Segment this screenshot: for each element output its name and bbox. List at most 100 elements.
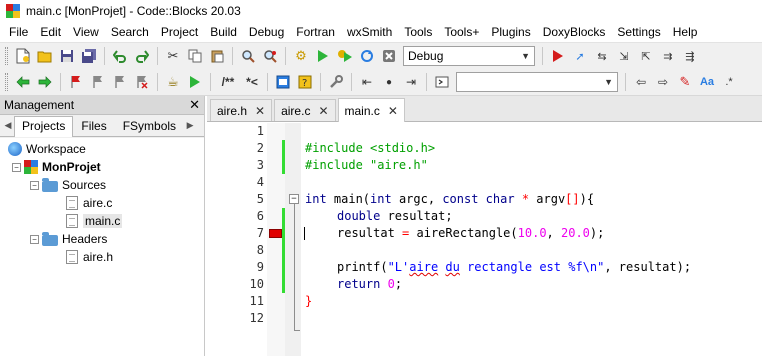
management-header: Management ✕ [0, 96, 204, 115]
tree-item-headers-folder[interactable]: − Headers [0, 230, 204, 248]
tree-item-workspace[interactable]: Workspace [0, 140, 204, 158]
doxygen-html-icon[interactable] [273, 72, 293, 92]
jump-prev-icon[interactable]: ⇤ [357, 72, 377, 92]
menu-view[interactable]: View [67, 22, 105, 42]
editor-tab-main-c[interactable]: main.c ✕ [337, 98, 405, 122]
match-case-icon[interactable]: Aa [697, 72, 717, 92]
next-instruction-icon[interactable]: ⇉ [658, 46, 678, 66]
close-tab-icon[interactable]: ✕ [318, 104, 328, 118]
menu-project[interactable]: Project [155, 22, 204, 42]
menu-tools-plus[interactable]: Tools+ [438, 22, 485, 42]
menu-build[interactable]: Build [204, 22, 243, 42]
tab-scroll-right-icon[interactable]: ▶ [184, 120, 196, 131]
close-icon[interactable]: ✕ [189, 97, 200, 113]
tab-scroll-left-icon[interactable]: ◀ [2, 120, 14, 131]
bookmark-toggle-icon[interactable] [66, 72, 86, 92]
run-to-cursor-icon[interactable]: ➚ [570, 46, 590, 66]
close-tab-icon[interactable]: ✕ [388, 104, 398, 118]
code-editor[interactable]: 1 2 #include <stdio.h> 3 #include "aire.… [207, 123, 762, 356]
back-arrow-icon[interactable] [13, 72, 33, 92]
code-line: 5 − int main(int argc, const char * argv… [207, 191, 762, 208]
forward-arrow-icon[interactable] [35, 72, 55, 92]
breakpoint-icon[interactable] [269, 229, 282, 238]
rebuild-icon[interactable] [357, 46, 377, 66]
collapse-icon[interactable]: − [12, 162, 21, 172]
find-icon[interactable] [238, 46, 258, 66]
tree-item-project[interactable]: − MonProjet [0, 158, 204, 176]
collapse-icon[interactable]: − [30, 180, 39, 190]
save-all-icon[interactable] [79, 46, 99, 66]
code-line: 9 printf("L'aire du rectangle est %f\n",… [207, 259, 762, 276]
next-line-icon[interactable]: ⇆ [592, 46, 612, 66]
project-label: MonProjet [42, 160, 101, 174]
tab-projects[interactable]: Projects [14, 116, 74, 137]
debug-icon[interactable] [548, 46, 568, 66]
editor-tab-label: main.c [344, 103, 380, 118]
run-icon[interactable] [313, 46, 333, 66]
code-text: } [305, 294, 313, 308]
menu-tools[interactable]: Tools [398, 22, 438, 42]
menu-file[interactable]: File [3, 22, 34, 42]
build-icon[interactable]: ⚙ [291, 46, 311, 66]
redo-icon[interactable] [132, 46, 152, 66]
highlight-icon[interactable]: ✎ [675, 72, 695, 92]
build-target-select[interactable]: Debug ▼ [403, 46, 535, 66]
collapse-icon[interactable]: − [30, 234, 39, 244]
search-combo[interactable]: ▼ [456, 72, 618, 92]
jump-point-icon[interactable]: ● [379, 72, 399, 92]
tab-fsymbols[interactable]: FSymbols [115, 116, 184, 136]
toolbar-grip[interactable] [5, 73, 8, 91]
editor-tab-aire-c[interactable]: aire.c ✕ [274, 99, 336, 121]
code-line: 6 double resultat; [207, 208, 762, 225]
step-out-icon[interactable]: ⇱ [636, 46, 656, 66]
bookmark-prev-icon[interactable] [88, 72, 108, 92]
doxyblocks-icon[interactable]: ☕ [163, 72, 183, 92]
menu-fortran[interactable]: Fortran [290, 22, 341, 42]
cut-icon[interactable]: ✂ [163, 46, 183, 66]
tree-item-file[interactable]: aire.h [0, 248, 204, 266]
comment-block-button[interactable]: /** [216, 72, 240, 92]
toolbar-grip[interactable] [5, 47, 8, 65]
menu-debug[interactable]: Debug [243, 22, 290, 42]
paste-icon[interactable] [207, 46, 227, 66]
search-forward-icon[interactable]: ⇨ [653, 72, 673, 92]
tree-item-file-selected[interactable]: main.c [0, 212, 204, 230]
copy-icon[interactable] [185, 46, 205, 66]
doxygen-chm-icon[interactable]: ? [295, 72, 315, 92]
search-box-icon[interactable] [432, 72, 452, 92]
menu-search[interactable]: Search [105, 22, 155, 42]
fold-toggle-icon[interactable]: − [289, 194, 299, 204]
bookmark-clear-icon[interactable] [132, 72, 152, 92]
open-icon[interactable] [35, 46, 55, 66]
tab-files[interactable]: Files [73, 116, 114, 136]
wrench-icon[interactable] [326, 72, 346, 92]
save-icon[interactable] [57, 46, 77, 66]
bookmark-next-icon[interactable] [110, 72, 130, 92]
regex-icon[interactable]: .* [719, 72, 739, 92]
build-run-icon[interactable] [335, 46, 355, 66]
step-into-icon[interactable]: ⇲ [614, 46, 634, 66]
undo-icon[interactable] [110, 46, 130, 66]
menu-edit[interactable]: Edit [34, 22, 67, 42]
replace-icon[interactable] [260, 46, 280, 66]
jump-next-icon[interactable]: ⇥ [401, 72, 421, 92]
menu-wxsmith[interactable]: wxSmith [341, 22, 398, 42]
abort-icon[interactable] [379, 46, 399, 66]
menu-help[interactable]: Help [667, 22, 704, 42]
editor-tab-aire-h[interactable]: aire.h ✕ [210, 99, 273, 121]
menu-settings[interactable]: Settings [611, 22, 666, 42]
tree-item-sources-folder[interactable]: − Sources [0, 176, 204, 194]
new-file-icon[interactable] [13, 46, 33, 66]
menu-plugins[interactable]: Plugins [485, 22, 536, 42]
line-number: 6 [256, 209, 264, 223]
toolbar-separator [351, 73, 352, 91]
tree-item-file[interactable]: aire.c [0, 194, 204, 212]
search-back-icon[interactable]: ⇦ [631, 72, 651, 92]
step-instruction-icon[interactable]: ⇶ [680, 46, 700, 66]
menu-doxyblocks[interactable]: DoxyBlocks [537, 22, 612, 42]
close-tab-icon[interactable]: ✕ [255, 104, 265, 118]
comment-line-button[interactable]: *< [242, 72, 262, 92]
code-text: printf("L'aire du rectangle est %f\n", r… [337, 260, 692, 274]
doxywizard-icon[interactable] [185, 72, 205, 92]
change-marker [282, 259, 285, 276]
